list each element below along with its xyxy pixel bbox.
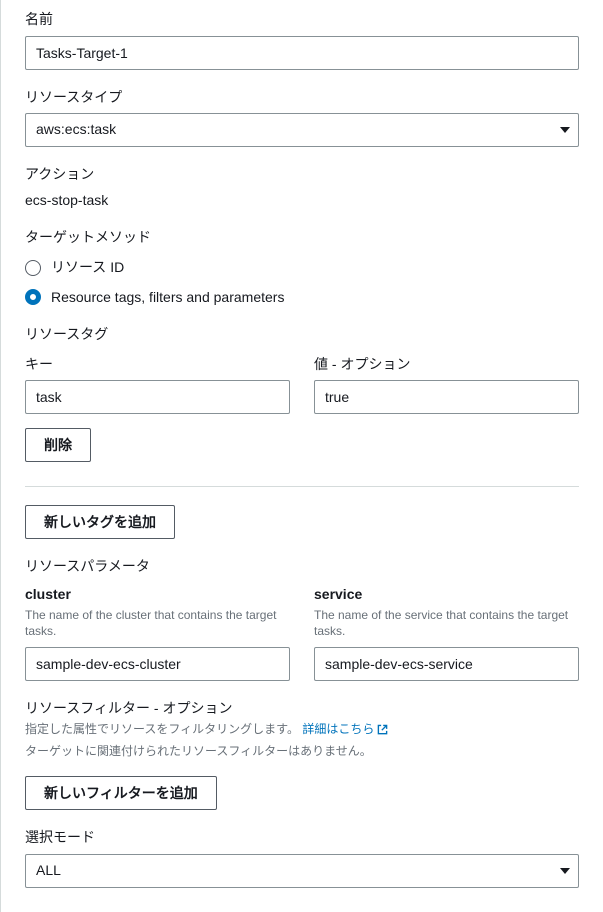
selection-mode-field: 選択モード ALL — [25, 828, 579, 888]
resource-filters-help-line: 指定した属性でリソースをフィルタリングします。 詳細はこちら — [25, 721, 579, 738]
resource-filters-empty: ターゲットに関連付けられたリソースフィルターはありません。 — [25, 743, 579, 760]
resource-tag-value-label: 値 - オプション — [314, 355, 579, 375]
add-tag-button[interactable]: 新しいタグを追加 — [25, 505, 175, 539]
resource-tag-key-col: キー — [25, 355, 290, 415]
param-service-label: service — [314, 585, 579, 605]
resource-filters-learn-more-link[interactable]: 詳細はこちら — [302, 722, 388, 736]
target-method-label: ターゲットメソッド — [25, 228, 579, 248]
radio-icon-selected — [25, 289, 41, 305]
resource-filters-learn-more-text: 詳細はこちら — [302, 722, 374, 736]
chevron-down-icon — [560, 127, 570, 133]
resource-tag-key-label: キー — [25, 355, 290, 375]
selection-mode-value: ALL — [36, 861, 61, 881]
param-cluster-input[interactable] — [25, 647, 290, 681]
target-method-field: ターゲットメソッド リソース ID Resource tags, filters… — [25, 228, 579, 307]
delete-tag-button[interactable]: 削除 — [25, 428, 91, 462]
resource-type-field: リソースタイプ aws:ecs:task — [25, 88, 579, 148]
action-label: アクション — [25, 165, 579, 185]
param-cluster-col: cluster The name of the cluster that con… — [25, 585, 290, 681]
resource-filters-field: リソースフィルター - オプション 指定した属性でリソースをフィルタリングします… — [25, 699, 579, 810]
resource-params-label: リソースパラメータ — [25, 557, 579, 577]
resource-type-select[interactable]: aws:ecs:task — [25, 113, 579, 147]
action-value: ecs-stop-task — [25, 191, 579, 211]
param-cluster-help: The name of the cluster that contains th… — [25, 607, 290, 639]
resource-tag-value-col: 値 - オプション — [314, 355, 579, 415]
name-input[interactable] — [25, 36, 579, 70]
resource-type-value: aws:ecs:task — [36, 120, 116, 140]
name-field: 名前 — [25, 10, 579, 70]
param-service-help: The name of the service that contains th… — [314, 607, 579, 639]
target-method-radio-tags-filters-params[interactable]: Resource tags, filters and parameters — [25, 288, 579, 308]
chevron-down-icon — [560, 868, 570, 874]
param-cluster-label: cluster — [25, 585, 290, 605]
resource-tag-value-input[interactable] — [314, 380, 579, 414]
resource-filters-help: 指定した属性でリソースをフィルタリングします。 — [25, 722, 299, 736]
param-service-input[interactable] — [314, 647, 579, 681]
resource-params-row: cluster The name of the cluster that con… — [25, 585, 579, 681]
add-filter-button[interactable]: 新しいフィルターを追加 — [25, 776, 217, 810]
selection-mode-label: 選択モード — [25, 828, 579, 848]
action-field: アクション ecs-stop-task — [25, 165, 579, 210]
target-method-option-0-label: リソース ID — [51, 258, 124, 278]
selection-mode-select[interactable]: ALL — [25, 854, 579, 888]
resource-type-label: リソースタイプ — [25, 88, 579, 108]
divider — [25, 486, 579, 487]
resource-filters-label: リソースフィルター - オプション — [25, 699, 579, 719]
resource-tags-label: リソースタグ — [25, 325, 579, 345]
resource-tag-key-input[interactable] — [25, 380, 290, 414]
name-label: 名前 — [25, 10, 579, 30]
target-method-radio-group: リソース ID Resource tags, filters and param… — [25, 258, 579, 307]
target-method-radio-resource-id[interactable]: リソース ID — [25, 258, 579, 278]
radio-icon — [25, 260, 41, 276]
target-method-option-1-label: Resource tags, filters and parameters — [51, 288, 284, 308]
resource-tags-field: リソースタグ キー 値 - オプション 削除 — [25, 325, 579, 462]
param-service-col: service The name of the service that con… — [314, 585, 579, 681]
external-link-icon — [377, 724, 388, 735]
resource-tag-row: キー 値 - オプション — [25, 355, 579, 415]
